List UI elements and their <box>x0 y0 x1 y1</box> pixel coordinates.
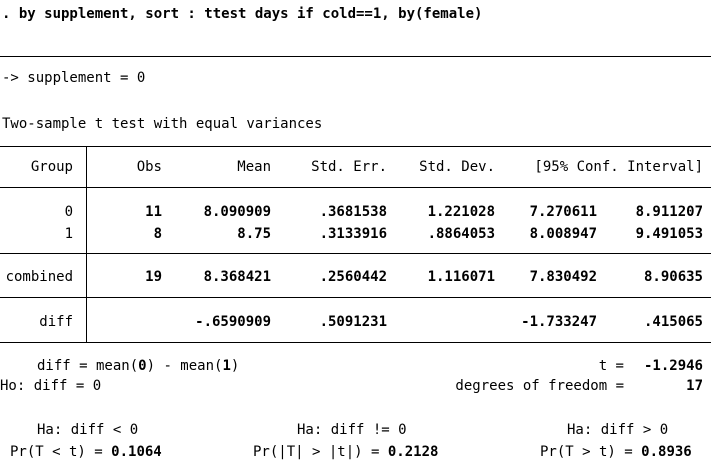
null-hypothesis: Ho: diff = 0 <box>0 378 102 394</box>
combined-std-err: .2560442 <box>319 269 387 285</box>
table-header-rule <box>0 187 711 188</box>
row-obs: 8 <box>153 226 162 242</box>
diff-group: diff <box>39 314 73 330</box>
table-groups-rule <box>0 253 711 254</box>
diff-definition: diff = mean(0) - mean(1) <box>37 358 240 374</box>
header-std-err: Std. Err. <box>311 159 387 175</box>
t-statistic-label: t = <box>598 358 624 374</box>
diff-std-err: .5091231 <box>319 314 387 330</box>
table-top-rule <box>0 146 711 147</box>
header-conf-interval: [95% Conf. Interval] <box>534 159 703 175</box>
combined-obs: 19 <box>145 269 162 285</box>
p-value-less: Pr(T < t) = 0.1064 <box>10 444 162 460</box>
row-std-err: .3681538 <box>319 204 387 220</box>
by-group-label: -> supplement = 0 <box>2 70 146 86</box>
combined-ci-high: 8.90635 <box>643 269 703 285</box>
header-obs: Obs <box>136 159 162 175</box>
diff-mean: -.6590909 <box>195 314 271 330</box>
row-obs: 11 <box>145 204 162 220</box>
alternative-less: Ha: diff < 0 <box>37 422 139 438</box>
p-value-greater: Pr(T > t) = 0.8936 <box>540 444 692 460</box>
row-ci-high: 9.491053 <box>635 226 703 242</box>
header-std-dev: Std. Dev. <box>419 159 495 175</box>
combined-ci-low: 7.830492 <box>529 269 597 285</box>
table-bottom-rule <box>0 342 711 343</box>
combined-mean: 8.368421 <box>203 269 271 285</box>
test-title: Two-sample t test with equal variances <box>2 116 323 132</box>
diff-ci-high: .415065 <box>643 314 703 330</box>
row-ci-high: 8.911207 <box>635 204 703 220</box>
alternative-not-equal: Ha: diff != 0 <box>297 422 407 438</box>
table-column-divider <box>86 146 87 343</box>
combined-std-dev: 1.116071 <box>427 269 495 285</box>
table-combined-rule <box>0 297 711 298</box>
combined-group: combined <box>5 269 73 285</box>
row-mean: 8.75 <box>237 226 271 242</box>
header-mean: Mean <box>237 159 271 175</box>
command-line: . by supplement, sort : ttest days if co… <box>2 6 483 22</box>
p-value-not-equal: Pr(|T| > |t|) = 0.2128 <box>253 444 439 460</box>
row-mean: 8.090909 <box>203 204 271 220</box>
alternative-greater: Ha: diff > 0 <box>567 422 669 438</box>
row-group: 0 <box>64 204 73 220</box>
t-statistic-value: -1.2946 <box>643 358 703 374</box>
command-separator <box>0 56 711 57</box>
row-std-dev: 1.221028 <box>427 204 495 220</box>
degrees-of-freedom-label: degrees of freedom = <box>455 378 624 394</box>
row-std-dev: .8864053 <box>427 226 495 242</box>
row-std-err: .3133916 <box>319 226 387 242</box>
degrees-of-freedom-value: 17 <box>686 378 703 394</box>
row-group: 1 <box>64 226 73 242</box>
row-ci-low: 7.270611 <box>529 204 597 220</box>
row-ci-low: 8.008947 <box>529 226 597 242</box>
diff-ci-low: -1.733247 <box>521 314 597 330</box>
header-group: Group <box>30 159 73 175</box>
